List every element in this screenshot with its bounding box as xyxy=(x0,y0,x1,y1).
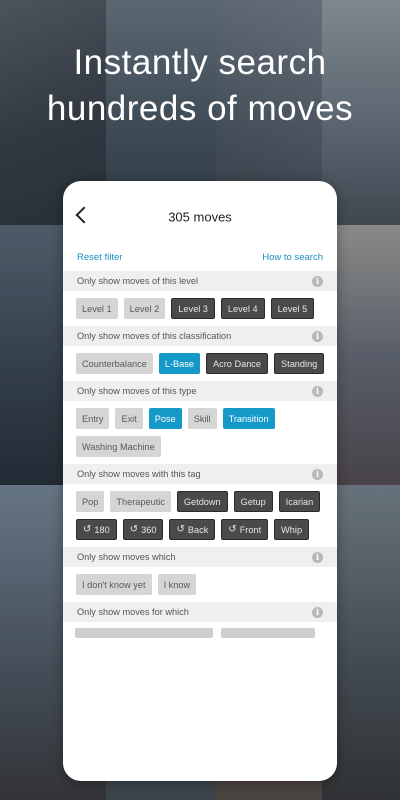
section-header-for-which: Only show moves for which i xyxy=(63,602,337,622)
chip-level-1[interactable]: Level 1 xyxy=(76,298,118,319)
classification-chips: Counterbalance L-Base Acro Dance Standin… xyxy=(63,346,337,381)
chip-washing-machine[interactable]: Washing Machine xyxy=(76,436,161,457)
which-chips: I don't know yet I know xyxy=(63,567,337,602)
filter-links: Reset filter How to search xyxy=(63,243,337,271)
info-icon[interactable]: i xyxy=(312,385,323,397)
chip-icarian[interactable]: Icarian xyxy=(278,491,321,512)
nav-bar: 305 moves xyxy=(63,181,337,243)
screen-title: 305 moves xyxy=(168,209,232,225)
chip-pose[interactable]: Pose xyxy=(148,408,182,429)
chip-front[interactable]: ↺ Front xyxy=(221,519,269,540)
chip-label: 180 xyxy=(94,524,110,535)
chip-acro-dance[interactable]: Acro Dance xyxy=(206,353,269,374)
chip-level-4[interactable]: Level 4 xyxy=(220,298,265,319)
chip-label: Front xyxy=(239,524,262,535)
section-header-which: Only show moves which i xyxy=(63,547,337,567)
chip-standing[interactable]: Standing xyxy=(274,353,325,374)
chip-180[interactable]: ↺ 180 xyxy=(76,519,117,540)
section-header-tag: Only show moves with this tag i xyxy=(63,464,337,484)
chip-pop[interactable]: Pop xyxy=(76,491,105,512)
info-icon[interactable]: i xyxy=(312,330,323,342)
section-title: Only show moves for which xyxy=(77,607,189,617)
chip-getup[interactable]: Getup xyxy=(233,491,273,512)
chip-i-know[interactable]: I know xyxy=(157,574,197,595)
tag-chips: Pop Therapeutic Getdown Getup Icarian ↺ 1… xyxy=(63,484,337,547)
headline-line-2: hundreds of moves xyxy=(46,89,354,128)
phone-screen: 305 moves Reset filter How to search Onl… xyxy=(63,181,337,781)
chip-exit[interactable]: Exit xyxy=(115,408,143,429)
rotate-left-icon: ↺ xyxy=(176,524,185,535)
chip-whip[interactable]: Whip xyxy=(274,519,310,540)
type-chips: Entry Exit Pose Skill Transition Washing… xyxy=(63,401,337,464)
chip-360[interactable]: ↺ 360 xyxy=(122,519,164,540)
promo-headline: Instantly search hundreds of moves xyxy=(0,40,400,132)
chip-level-5[interactable]: Level 5 xyxy=(270,298,315,319)
section-header-type: Only show moves of this type i xyxy=(63,381,337,401)
reset-filter-link[interactable]: Reset filter xyxy=(77,252,122,263)
chip-label: 360 xyxy=(141,524,157,535)
chip-label: Back xyxy=(187,524,209,535)
info-icon[interactable]: i xyxy=(312,275,323,287)
info-icon[interactable]: i xyxy=(312,551,323,563)
section-header-classification: Only show moves of this classification i xyxy=(63,326,337,346)
headline-line-1: Instantly search xyxy=(73,43,327,82)
chip-entry[interactable]: Entry xyxy=(76,408,110,429)
level-chips: Level 1 Level 2 Level 3 Level 4 Level 5 xyxy=(63,291,337,326)
how-to-search-link[interactable]: How to search xyxy=(262,252,323,263)
for-which-chips-partial xyxy=(63,622,337,644)
chip-transition[interactable]: Transition xyxy=(222,408,275,429)
chip-counterbalance[interactable]: Counterbalance xyxy=(76,353,153,374)
chip-dont-know-yet[interactable]: I don't know yet xyxy=(76,574,152,595)
chip-level-3[interactable]: Level 3 xyxy=(171,298,215,319)
chip-l-base[interactable]: L-Base xyxy=(158,353,200,374)
chip-getdown[interactable]: Getdown xyxy=(176,491,228,512)
chip-level-2[interactable]: Level 2 xyxy=(123,298,166,319)
chip-partial[interactable] xyxy=(221,628,315,638)
chip-therapeutic[interactable]: Therapeutic xyxy=(110,491,171,512)
rotate-left-icon: ↺ xyxy=(83,524,92,535)
chip-partial[interactable] xyxy=(75,628,213,638)
info-icon[interactable]: i xyxy=(312,606,323,618)
section-title: Only show moves of this type xyxy=(77,386,197,396)
info-icon[interactable]: i xyxy=(312,468,323,480)
rotate-left-icon: ↺ xyxy=(228,524,237,535)
section-title: Only show moves of this level xyxy=(77,276,199,286)
section-title: Only show moves of this classification xyxy=(77,331,232,341)
chip-skill[interactable]: Skill xyxy=(187,408,217,429)
section-header-level: Only show moves of this level i xyxy=(63,271,337,291)
section-title: Only show moves which xyxy=(77,552,176,562)
section-title: Only show moves with this tag xyxy=(77,469,201,479)
chip-back[interactable]: ↺ Back xyxy=(169,519,216,540)
rotate-left-icon: ↺ xyxy=(129,524,139,535)
